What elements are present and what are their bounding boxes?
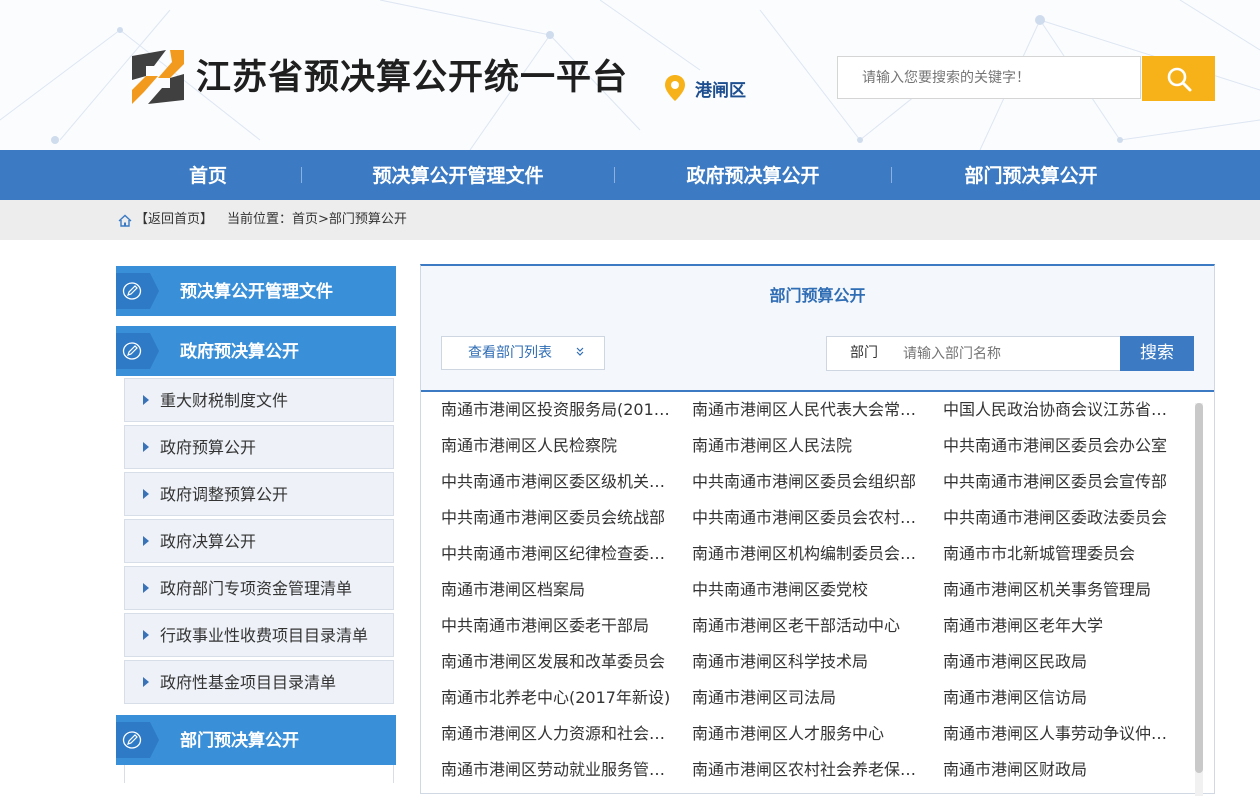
sidebar-item-major-tax-docs[interactable]: 重大财税制度文件 — [124, 378, 394, 422]
sidebar-item-label: 政府部门专项资金管理清单 — [160, 579, 353, 598]
department-link[interactable]: 中共南通市港闸区纪律检查委员会 — [441, 542, 673, 566]
department-search-button[interactable]: 搜索 — [1120, 336, 1194, 371]
location-selector[interactable]: 港闸区 — [664, 74, 746, 102]
breadcrumb: 【返回首页】 当前位置：首页>部门预算公开 — [0, 200, 1260, 240]
department-link[interactable]: 南通市港闸区人才服务中心 — [692, 722, 924, 746]
sidebar-item-government-funds-list[interactable]: 政府性基金项目目录清单 — [124, 660, 394, 704]
sidebar-item-label: 政府调整预算公开 — [160, 485, 289, 504]
department-link[interactable]: 中共南通市港闸区委员会办公室 — [943, 434, 1175, 458]
site-search-button[interactable] — [1142, 56, 1215, 101]
department-link[interactable]: 中共南通市港闸区委区级机关工作委员会 — [441, 470, 673, 494]
sidebar-section-government-budget[interactable]: 政府预决算公开 — [116, 326, 396, 376]
department-link[interactable]: 南通市港闸区老干部活动中心 — [692, 614, 924, 638]
nav-budget-management-docs[interactable]: 预决算公开管理文件 — [360, 150, 556, 200]
department-link[interactable]: 南通市港闸区信访局 — [943, 686, 1175, 710]
site-title: 江苏省预决算公开统一平台 — [196, 58, 629, 98]
sidebar-item-label: 政府性基金项目目录清单 — [160, 673, 337, 692]
sidebar-item-special-funds-list[interactable]: 政府部门专项资金管理清单 — [124, 566, 394, 610]
sidebar-section-label: 政府预决算公开 — [180, 342, 299, 362]
sidebar-item-administrative-fees-list[interactable]: 行政事业性收费项目目录清单 — [124, 613, 394, 657]
sidebar-item-government-budget-open[interactable]: 政府预算公开 — [124, 425, 394, 469]
department-link[interactable]: 中共南通市港闸区委党校 — [692, 578, 924, 602]
sidebar-item-government-adjusted-budget[interactable]: 政府调整预算公开 — [124, 472, 394, 516]
department-link[interactable]: 南通市港闸区人事劳动争议仲裁院 — [943, 722, 1175, 746]
department-field-label: 部门 — [826, 336, 902, 371]
edit-pen-icon — [122, 731, 142, 749]
department-budget-panel: 部门预算公开 查看部门列表 部门 搜索 南通市港闸区投资服务局(2017年新设)… — [420, 264, 1215, 796]
department-link[interactable]: 南通市港闸区农村社会养老保险管理处 — [692, 758, 924, 782]
back-home-link[interactable]: 【返回首页】 — [135, 200, 213, 240]
view-department-list-button[interactable]: 查看部门列表 — [441, 336, 605, 370]
department-link[interactable]: 南通市港闸区人民法院 — [692, 434, 924, 458]
department-name-input[interactable] — [901, 336, 1121, 371]
caret-right-icon — [143, 677, 149, 687]
department-link[interactable]: 中共南通市港闸区委政法委员会 — [943, 506, 1175, 530]
nav-home[interactable]: 首页 — [170, 150, 246, 200]
nav-government-budget[interactable]: 政府预决算公开 — [672, 150, 834, 200]
sidebar-item-label: 政府预算公开 — [160, 438, 257, 457]
department-link[interactable]: 南通市港闸区发展和改革委员会 — [441, 650, 673, 674]
department-link[interactable]: 南通市港闸区机构编制委员会办公室 — [692, 542, 924, 566]
department-link[interactable]: 中共南通市港闸区委员会统战部 — [441, 506, 673, 530]
department-link[interactable]: 南通市港闸区人民代表大会常务委员会 — [692, 398, 924, 422]
sidebar-item-label: 重大财税制度文件 — [160, 391, 289, 410]
department-link[interactable]: 中共南通市港闸区委员会宣传部 — [943, 470, 1175, 494]
department-link[interactable]: 南通市港闸区档案局 — [441, 578, 673, 602]
search-icon — [1167, 67, 1191, 91]
home-icon — [118, 214, 132, 227]
department-link[interactable]: 南通市港闸区财政局 — [943, 758, 1175, 782]
department-link[interactable]: 南通市北养老中心(2017年新设) — [441, 686, 673, 710]
nav-separator — [891, 167, 892, 183]
department-link[interactable]: 中共南通市港闸区委员会农村工作办公室 — [692, 506, 924, 530]
sidebar-item-label: 行政事业性收费项目目录清单 — [160, 626, 369, 645]
caret-right-icon — [143, 583, 149, 593]
department-link[interactable]: 南通市港闸区人民检察院 — [441, 434, 673, 458]
department-link[interactable]: 中共南通市港闸区委老干部局 — [441, 614, 673, 638]
location-pin-icon — [665, 75, 685, 101]
edit-pen-icon — [122, 342, 142, 360]
double-chevron-down-icon — [576, 347, 584, 356]
sidebar-section-label: 预决算公开管理文件 — [180, 282, 333, 302]
caret-right-icon — [143, 536, 149, 546]
site-header: 江苏省预决算公开统一平台 港闸区 — [0, 0, 1260, 150]
department-link[interactable]: 南通市港闸区投资服务局(2017年新设) — [441, 398, 673, 422]
nav-department-budget[interactable]: 部门预决算公开 — [950, 150, 1112, 200]
sidebar-item-government-final-accounts[interactable]: 政府决算公开 — [124, 519, 394, 563]
edit-pen-icon — [122, 282, 142, 300]
site-search-input[interactable] — [837, 56, 1141, 99]
department-link[interactable]: 南通市市北新城管理委员会 — [943, 542, 1175, 566]
department-link[interactable]: 南通市港闸区司法局 — [692, 686, 924, 710]
caret-right-icon — [143, 442, 149, 452]
caret-right-icon — [143, 630, 149, 640]
platform-logo — [132, 50, 184, 104]
department-link[interactable]: 南通市港闸区民政局 — [943, 650, 1175, 674]
department-link[interactable]: 南通市港闸区老年大学 — [943, 614, 1175, 638]
panel-title: 部门预算公开 — [769, 286, 866, 305]
department-link[interactable]: 南通市港闸区人力资源和社会保障局 — [441, 722, 673, 746]
sidebar-section-label: 部门预决算公开 — [180, 731, 299, 751]
department-link[interactable]: 中国人民政治协商会议江苏省南通市港闸区委员会 — [943, 398, 1175, 422]
sidebar-section-department-budget[interactable]: 部门预决算公开 — [116, 715, 396, 765]
panel-toolbar: 部门预算公开 查看部门列表 部门 搜索 — [421, 266, 1214, 392]
department-link[interactable]: 南通市港闸区劳动就业服务管理中心 — [441, 758, 673, 782]
list-scrollbar-thumb[interactable] — [1195, 403, 1203, 773]
sidebar-submenu-border — [124, 765, 394, 783]
department-link[interactable]: 中共南通市港闸区委员会组织部 — [692, 470, 924, 494]
nav-separator — [301, 167, 302, 183]
department-link[interactable]: 南通市港闸区机关事务管理局 — [943, 578, 1175, 602]
nav-separator — [614, 167, 615, 183]
view-department-list-label: 查看部门列表 — [468, 345, 552, 361]
main-nav: 首页 预决算公开管理文件 政府预决算公开 部门预决算公开 — [0, 150, 1260, 200]
current-position: 当前位置：首页>部门预算公开 — [227, 212, 407, 227]
location-text: 港闸区 — [695, 80, 746, 101]
sidebar-item-label: 政府决算公开 — [160, 532, 257, 551]
sidebar-section-budget-management-docs[interactable]: 预决算公开管理文件 — [116, 266, 396, 316]
caret-right-icon — [143, 395, 149, 405]
department-link[interactable]: 南通市港闸区科学技术局 — [692, 650, 924, 674]
caret-right-icon — [143, 489, 149, 499]
